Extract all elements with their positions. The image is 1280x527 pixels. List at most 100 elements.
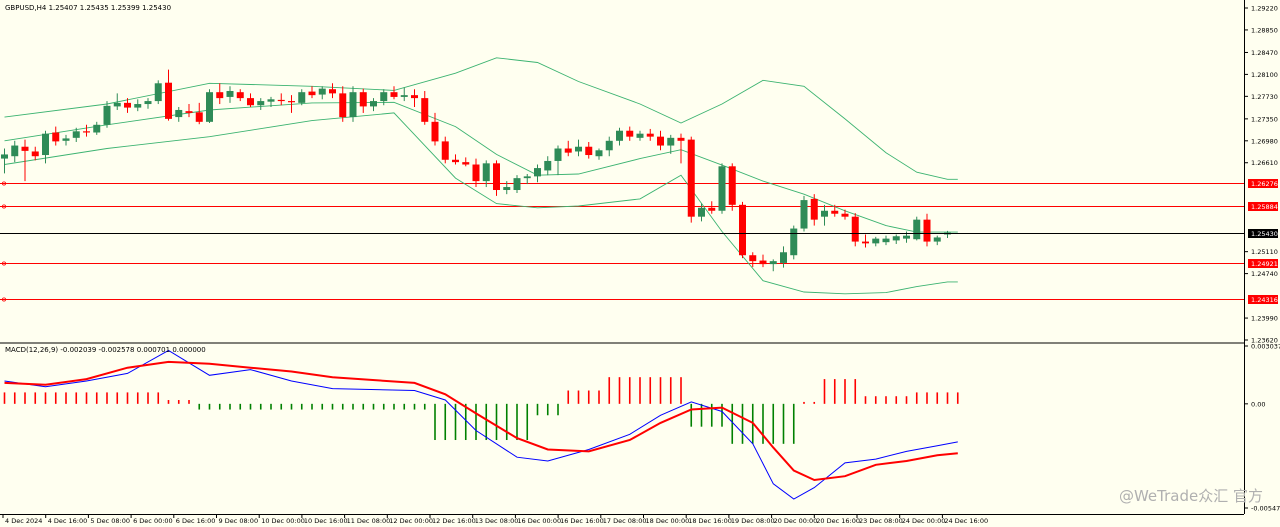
candle-body bbox=[544, 160, 552, 171]
candle-body bbox=[482, 163, 490, 182]
candle-body bbox=[134, 104, 142, 108]
price-tick-label: 1.27350 bbox=[1251, 115, 1278, 123]
candle-body bbox=[882, 238, 890, 243]
time-tick-label: 12 Dec 00:00 bbox=[389, 517, 433, 525]
candle bbox=[154, 80, 162, 105]
candle bbox=[728, 163, 736, 211]
price-tick-label: 1.28470 bbox=[1251, 49, 1278, 57]
candle-body bbox=[472, 164, 480, 182]
watermark: @WeTrade众汇 官方 bbox=[1119, 487, 1263, 505]
price-tick-label: 1.29220 bbox=[1251, 5, 1278, 13]
candle bbox=[851, 213, 859, 247]
candle-body bbox=[851, 216, 859, 242]
time-tick-label: 23 Dec 08:00 bbox=[859, 517, 903, 525]
candle-body bbox=[728, 166, 736, 205]
candle-body bbox=[657, 136, 664, 146]
candle-body bbox=[933, 237, 941, 242]
candle-body bbox=[687, 139, 695, 217]
candle-body bbox=[513, 178, 521, 191]
candle-body bbox=[892, 236, 900, 241]
candle bbox=[790, 225, 798, 260]
candle-body bbox=[523, 176, 531, 179]
candle-body bbox=[21, 146, 29, 151]
time-tick-label: 10 Dec 00:00 bbox=[261, 517, 305, 525]
candle-body bbox=[769, 261, 777, 265]
candle-body bbox=[83, 131, 90, 133]
time-tick-label: 12 Dec 16:00 bbox=[432, 517, 476, 525]
candle-body bbox=[257, 101, 265, 106]
time-tick-label: 4 Dec 16:00 bbox=[48, 517, 88, 525]
candle-body bbox=[175, 109, 183, 118]
candle-body bbox=[380, 92, 388, 102]
macd-tick-label: 0.003037 bbox=[1251, 343, 1280, 351]
candle-body bbox=[698, 207, 705, 217]
candle-body bbox=[421, 98, 429, 122]
candle-body bbox=[93, 124, 101, 133]
candle-body bbox=[503, 187, 511, 191]
symbol-info: GBPUSD,H4 1.25407 1.25435 1.25399 1.2543… bbox=[5, 4, 171, 12]
candle-body bbox=[195, 112, 203, 122]
candle-body bbox=[718, 166, 726, 211]
level-tag: 1.24316 bbox=[1251, 296, 1278, 304]
macd-info: MACD(12,26,9) -0.002039 -0.002578 0.0007… bbox=[5, 346, 206, 354]
candle-body bbox=[206, 92, 213, 122]
candle-body bbox=[72, 131, 80, 138]
candle-body bbox=[872, 238, 880, 244]
level-tag: 1.25884 bbox=[1251, 203, 1278, 211]
candle-body bbox=[749, 255, 757, 262]
candle-body bbox=[431, 121, 439, 142]
price-tick-label: 1.23990 bbox=[1251, 315, 1278, 323]
candle-body bbox=[390, 92, 398, 97]
candle-body bbox=[616, 130, 623, 141]
trading-chart[interactable]: GBPUSD,H4 1.25407 1.25435 1.25399 1.2543… bbox=[0, 0, 1280, 527]
price-tick-label: 1.28100 bbox=[1251, 71, 1278, 79]
candle-body bbox=[370, 101, 377, 107]
candle-body bbox=[462, 162, 470, 165]
candle-body bbox=[216, 92, 224, 99]
price-tick-label: 1.26980 bbox=[1251, 137, 1278, 145]
time-tick-label: 18 Dec 16:00 bbox=[688, 517, 732, 525]
candle-body bbox=[821, 210, 828, 217]
candle-body bbox=[185, 111, 193, 113]
candle-body bbox=[739, 204, 746, 256]
candle-body bbox=[626, 130, 634, 137]
candle-body bbox=[52, 132, 60, 142]
candle-body bbox=[636, 133, 644, 138]
time-tick-label: 19 Dec 08:00 bbox=[731, 517, 775, 525]
candle-body bbox=[359, 92, 367, 107]
time-tick-label: 24 Dec 16:00 bbox=[944, 517, 988, 525]
candle-body bbox=[103, 105, 111, 125]
price-tick-label: 1.26610 bbox=[1251, 159, 1278, 167]
time-tick-label: 20 Dec 16:00 bbox=[816, 517, 860, 525]
candle-body bbox=[913, 219, 921, 240]
candle-body bbox=[810, 198, 818, 220]
candle-body bbox=[31, 151, 39, 157]
candle-body bbox=[236, 92, 244, 99]
candle-body bbox=[298, 92, 306, 103]
candle-body bbox=[226, 91, 234, 97]
candle-body bbox=[595, 150, 603, 157]
candle-body bbox=[247, 98, 254, 106]
candle-body bbox=[493, 163, 500, 191]
candle-body bbox=[585, 146, 593, 156]
candle-body bbox=[780, 252, 787, 263]
candle-body bbox=[288, 101, 295, 103]
candle-body bbox=[144, 101, 152, 105]
time-tick-label: 9 Dec 08:00 bbox=[219, 517, 259, 525]
candle-body bbox=[646, 133, 654, 137]
time-tick-label: 20 Dec 00:00 bbox=[774, 517, 818, 525]
price-tick-label: 1.24740 bbox=[1251, 270, 1278, 278]
time-tick-label: 11 Dec 08:00 bbox=[347, 517, 391, 525]
candle-body bbox=[411, 95, 418, 99]
macd-tick-label: 0.00 bbox=[1251, 400, 1265, 408]
candle-body bbox=[62, 138, 70, 141]
candle-body bbox=[831, 210, 839, 214]
candle-body bbox=[452, 159, 459, 163]
macd-tick-label: -0.00547 bbox=[1251, 505, 1280, 513]
candle bbox=[800, 195, 808, 232]
candle-body bbox=[605, 140, 613, 151]
candle-body bbox=[11, 145, 19, 157]
time-tick-label: 18 Dec 00:00 bbox=[646, 517, 690, 525]
time-tick-label: 6 Dec 00:00 bbox=[133, 517, 173, 525]
candle-body bbox=[841, 213, 849, 217]
